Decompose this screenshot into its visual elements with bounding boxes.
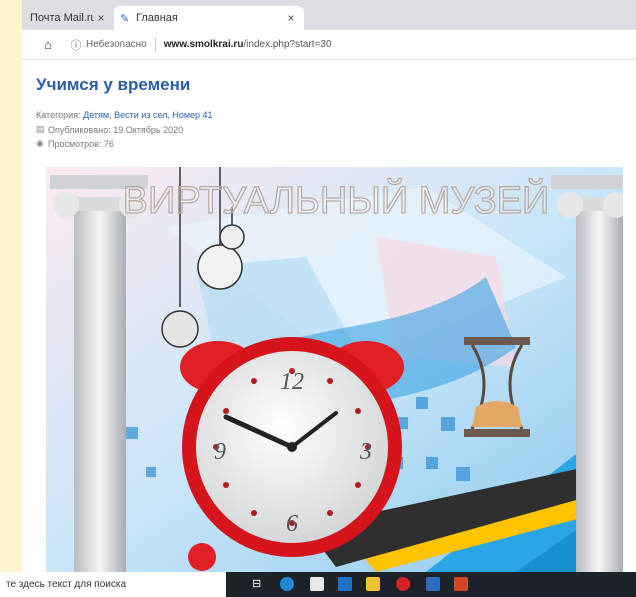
security-status: Небезопасно: [86, 39, 147, 50]
article-published: ▤ Опубликовано: 19 Октябрь 2020: [36, 124, 183, 135]
article-image: ВИРТУАЛЬНЫЙ МУЗЕЙ 12 3 6 9: [46, 167, 623, 572]
clock-number-12: 12: [280, 369, 304, 395]
info-icon[interactable]: ⓘ: [68, 37, 84, 53]
home-icon[interactable]: ⌂: [36, 37, 60, 52]
mail-icon[interactable]: [338, 577, 352, 591]
opera-icon[interactable]: [396, 577, 410, 591]
calendar-icon: ▤: [36, 124, 45, 134]
published-date: Опубликовано: 19 Октябрь 2020: [48, 124, 184, 135]
clock-number-6: 6: [286, 511, 298, 537]
url-path: /index.php?start=30: [243, 39, 332, 50]
close-icon[interactable]: ×: [284, 11, 298, 25]
store-icon[interactable]: [310, 577, 324, 591]
article-category: Категория: Детям, Вести из сел, Номер 41: [36, 110, 213, 120]
browser-window: Почта Mail.ru × ✎ Главная × ⌂ ⓘ Небезопа…: [22, 0, 636, 572]
eye-icon: ◉: [36, 138, 44, 148]
tab-mail[interactable]: Почта Mail.ru ×: [24, 6, 114, 30]
taskbar-search-input[interactable]: те здесь текст для поиска: [0, 572, 226, 597]
divider: [154, 37, 156, 52]
url-text[interactable]: www.smolkrai.ru/index.php?start=30: [164, 39, 332, 50]
clock-number-9: 9: [214, 439, 226, 465]
tab-label: Главная: [136, 12, 178, 24]
powerpoint-icon[interactable]: [454, 577, 468, 591]
tab-bar: Почта Mail.ru × ✎ Главная ×: [22, 0, 636, 30]
address-bar[interactable]: ⌂ ⓘ Небезопасно www.smolkrai.ru/index.ph…: [22, 30, 636, 60]
views-count: Просмотров: 76: [48, 138, 114, 149]
category-label: Категория:: [36, 110, 81, 120]
category-link[interactable]: Детям, Вести из сел, Номер 41: [83, 110, 212, 120]
museum-illustration: ВИРТУАЛЬНЫЙ МУЗЕЙ 12 3 6 9: [46, 167, 623, 572]
task-view-icon[interactable]: ⊟: [252, 577, 266, 591]
tab-label: Почта Mail.ru: [30, 12, 94, 24]
media-icon[interactable]: [426, 577, 440, 591]
clock-number-3: 3: [359, 439, 372, 465]
taskbar: те здесь текст для поиска ⊟: [0, 572, 636, 597]
edge-icon[interactable]: [280, 577, 294, 591]
tab-main[interactable]: ✎ Главная ×: [114, 6, 304, 30]
banner-text: ВИРТУАЛЬНЫЙ МУЗЕЙ: [123, 177, 550, 222]
article-views: ◉ Просмотров: 76: [36, 138, 114, 149]
url-domain: www.smolkrai.ru: [163, 39, 244, 50]
article-title[interactable]: Учимся у времени: [36, 75, 190, 95]
folder-icon[interactable]: [366, 577, 380, 591]
close-icon[interactable]: ×: [94, 11, 108, 25]
site-favicon-icon: ✎: [120, 12, 130, 25]
